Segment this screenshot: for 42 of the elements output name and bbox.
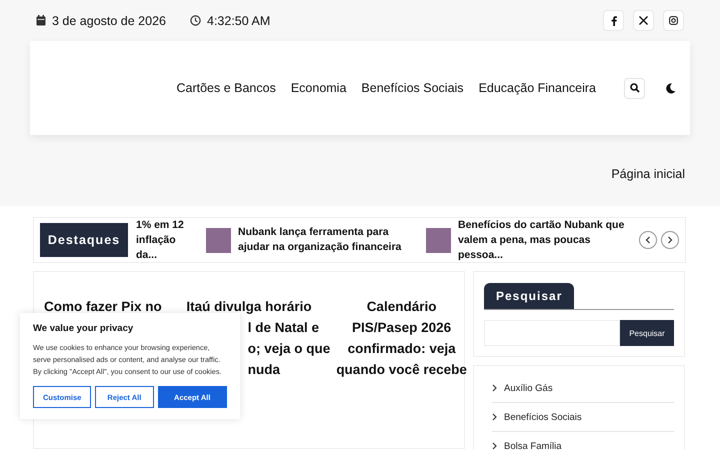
search-button[interactable]: Pesquisar [620, 320, 674, 346]
search-field[interactable] [484, 320, 620, 346]
ticker-label: Destaques [40, 223, 128, 257]
category-link[interactable]: Benefícios Sociais [504, 412, 582, 422]
popup-title: We value your privacy [33, 323, 134, 334]
chevron-icon [492, 442, 497, 450]
date-text: 3 de agosto de 2026 [52, 14, 166, 28]
search-icon [630, 83, 640, 93]
breadcrumb-link[interactable]: Página inicial [611, 167, 685, 181]
nav-link[interactable]: Educação Financeira [478, 81, 596, 95]
article-title[interactable]: Itaú divulga horário [168, 296, 330, 317]
facebook-icon [610, 16, 616, 26]
nav-link[interactable]: Cartões e Bancos [176, 81, 276, 95]
category-link[interactable]: Auxílio Gás [504, 382, 553, 394]
previous-button[interactable] [639, 231, 657, 249]
headline-link[interactable]: 1% em 12 inflação da... [136, 218, 196, 262]
article-title[interactable]: quando você recebe [336, 359, 467, 380]
widget-title: Pesquisar [484, 283, 574, 309]
article-title[interactable]: Como fazer Pix no [44, 296, 162, 317]
headline-link[interactable]: Benefícios do cartão Nubank que valem a pena, mas poucas pessoa... [458, 218, 630, 262]
chevron-right-icon [666, 236, 674, 244]
x-logo-button[interactable] [633, 10, 654, 31]
time-text: 4:32:50 AM [207, 14, 270, 28]
instagram-button[interactable] [663, 10, 684, 31]
article-title[interactable]: PIS/Pasep 2026 [336, 317, 467, 338]
moon-icon[interactable] [665, 82, 676, 94]
headline-link[interactable]: Nubank lança ferramenta para ajudar na organização financeira [238, 225, 416, 255]
facebook-button[interactable] [603, 10, 624, 31]
next-button[interactable] [661, 231, 679, 249]
article-title[interactable]: confirmado: veja [336, 338, 467, 359]
nav-link[interactable]: Economia [290, 81, 346, 95]
article-title[interactable]: Calendário [336, 296, 467, 317]
clock-icon [190, 15, 201, 26]
search-button[interactable] [624, 78, 645, 98]
x-logo-icon [639, 16, 648, 25]
nav-link[interactable]: Benefícios Sociais [361, 81, 464, 95]
calendar-icon [36, 15, 46, 26]
chevron-icon [492, 384, 497, 392]
chevron-left-icon [644, 236, 652, 244]
chevron-icon [492, 413, 497, 421]
instagram-icon [669, 16, 678, 25]
category-link[interactable]: Bolsa Família [504, 440, 562, 450]
